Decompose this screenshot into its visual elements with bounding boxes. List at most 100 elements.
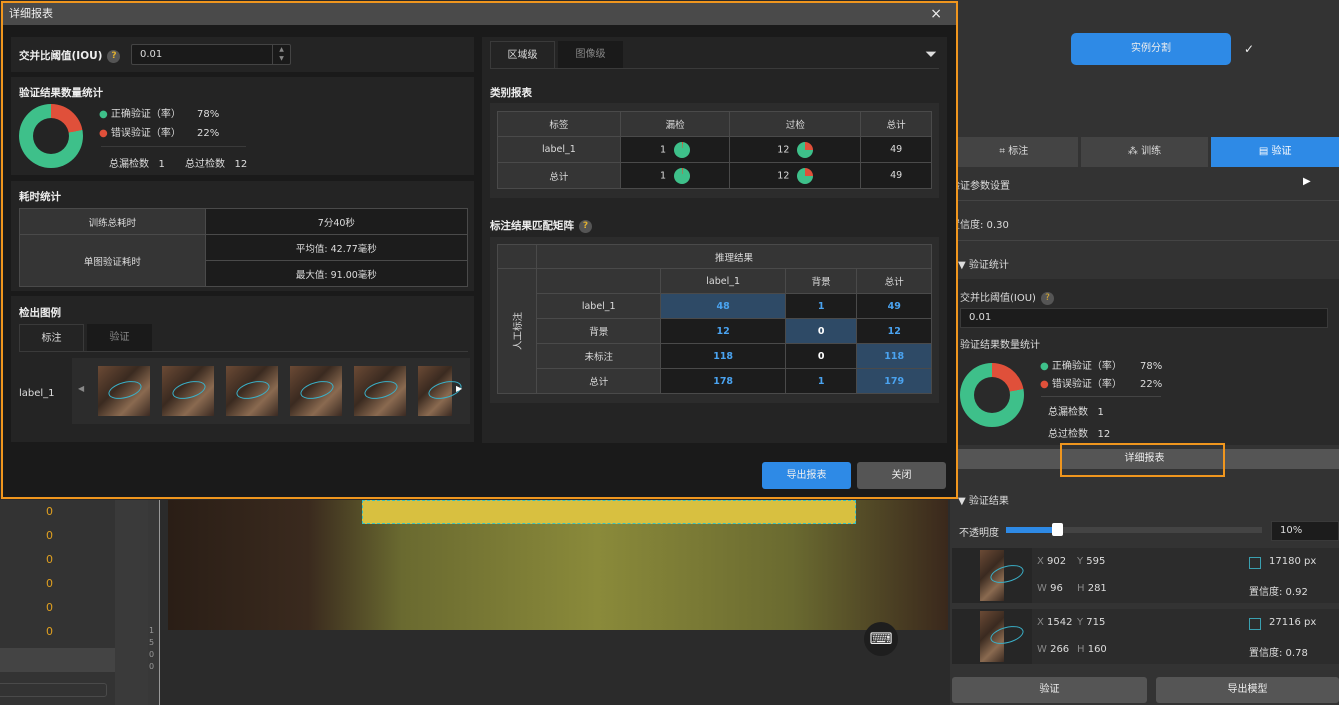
thumbnail[interactable] <box>290 366 342 416</box>
matrix-row: label_1 48 1 49 <box>498 293 932 319</box>
help-icon[interactable]: ? <box>579 219 592 233</box>
tab-annotation[interactable]: 标注 <box>19 324 84 351</box>
table-row: 总计 1 12 49 <box>497 162 932 189</box>
iou-input[interactable]: 0.01 ▲ ▼ <box>131 44 291 65</box>
iou-input[interactable]: 0.01 <box>960 308 1328 328</box>
result-thumbnail <box>952 609 1032 664</box>
count-value: 0 <box>46 529 53 542</box>
verify-button[interactable]: 验证 <box>952 677 1147 703</box>
result-w: W 266 <box>1037 644 1070 655</box>
help-icon[interactable]: ? <box>107 49 121 63</box>
export-report-button[interactable]: 导出报表 <box>762 462 851 489</box>
matrix-row: 未标注 118 0 118 <box>498 343 932 369</box>
export-model-button[interactable]: 导出模型 <box>1156 677 1339 703</box>
scroll-right-icon[interactable]: ▶ <box>456 384 462 393</box>
legend-title: 检出图例 <box>19 307 61 319</box>
close-button[interactable]: 关闭 <box>857 462 946 489</box>
shape-square-icon <box>1249 557 1261 569</box>
result-confidence: 置信度: 0.92 <box>1249 587 1308 598</box>
filter-settings-icon[interactable]: ⏷ <box>925 45 937 63</box>
opacity-input[interactable]: 10% <box>1271 521 1339 541</box>
thumbnail-strip: ◀ ▶ <box>72 358 470 424</box>
close-icon[interactable]: × <box>930 3 942 25</box>
thumbnail[interactable] <box>226 366 278 416</box>
keyboard-button[interactable]: ⌨ <box>864 622 898 656</box>
legend-row-label: label_1 <box>19 388 55 399</box>
result-item[interactable]: X 902 Y 595 W 96 H 281 17180 px 置信度: 0.9… <box>952 548 1339 603</box>
spinner-icon[interactable]: ▲ ▼ <box>272 45 290 64</box>
help-icon[interactable]: ? <box>1040 291 1054 305</box>
time-table: 训练总耗时 7分40秒 单图验证耗时 平均值: 42.77毫秒 最大值: 91.00… <box>19 208 469 287</box>
tab-train[interactable]: ⁂ 训练 <box>1080 137 1209 167</box>
ruler-label: 1500 <box>149 626 155 671</box>
matrix-cell: 48 <box>660 293 786 319</box>
row-label: label_1 <box>536 293 662 319</box>
instance-segmentation-node[interactable]: 实例分割 <box>1071 33 1231 65</box>
tab-annotate[interactable]: ⌗ 标注 <box>950 137 1078 167</box>
class-report-title: 类别报表 <box>490 87 532 99</box>
tab-verify[interactable]: ▤ 验证 <box>1211 137 1339 167</box>
divider <box>950 240 1339 241</box>
results-section-header[interactable]: ▼ 验证结果 <box>958 492 1009 507</box>
scroll-left-icon[interactable]: ◀ <box>78 384 84 393</box>
matrix-cell: 1 <box>784 293 858 319</box>
result-h: H 160 <box>1077 644 1107 655</box>
over-cell: 12 <box>729 136 862 163</box>
matrix-cell: 1 <box>784 368 858 394</box>
matrix-cell: 118 <box>660 343 786 369</box>
iou-section: 交并比阈值(IOU)? 0.01 ▲ ▼ <box>11 37 474 72</box>
thumbnail[interactable] <box>98 366 150 416</box>
donut-chart <box>960 363 1024 427</box>
check-icon: ✓ <box>1244 42 1255 56</box>
train-time-label: 训练总耗时 <box>19 208 206 235</box>
right-tabs: ⌗ 标注 ⁂ 训练 ▤ 验证 <box>950 137 1339 167</box>
network-icon: ⁂ <box>1127 146 1142 157</box>
left-panel-selected-row[interactable] <box>0 648 115 672</box>
thumbnail[interactable] <box>162 366 214 416</box>
param-settings-title[interactable]: 验证参数设置 <box>950 177 1010 192</box>
tab-region-level[interactable]: 区域级 <box>490 41 555 68</box>
tab-verify[interactable]: 验证 <box>87 324 152 351</box>
column-header: 背景 <box>784 268 858 294</box>
wrong-dot-icon: ● <box>99 128 108 139</box>
matrix-cell: 0 <box>784 343 858 369</box>
class-report-table: 标签 漏检 过检 总计 label_1 1 12 49 总计 1 12 49 <box>497 111 932 189</box>
thumbnail[interactable] <box>354 366 406 416</box>
divider <box>490 68 939 69</box>
pie-icon <box>674 141 691 158</box>
result-y: Y 595 <box>1077 556 1106 567</box>
annotation-box <box>362 500 856 524</box>
highlight-box <box>1060 443 1225 477</box>
detail-report-dialog: 详细报表 × 交并比阈值(IOU)? 0.01 ▲ ▼ 验证结果数量统计 ● 正确验证… <box>1 1 958 499</box>
tab-image-level[interactable]: 图像级 <box>558 41 623 68</box>
manual-header: 人工标注 <box>496 268 538 394</box>
result-area: 27116 px <box>1269 617 1317 628</box>
miss-cell: 1 <box>619 162 731 189</box>
count-value: 0 <box>46 601 53 614</box>
confidence-text: 置信度: 0.30 <box>950 220 1009 231</box>
thumbnail[interactable] <box>418 366 452 416</box>
total-cell: 49 <box>860 136 932 163</box>
stats-legend: ● 正确验证（率） 78% ● 错误验证（率） 22% <box>1040 361 1163 390</box>
opacity-slider[interactable] <box>1006 523 1262 536</box>
matrix-cell: 12 <box>660 318 786 344</box>
result-item[interactable]: X 1542 Y 715 W 266 H 160 27116 px 置信度: 0… <box>952 609 1339 664</box>
time-title: 耗时统计 <box>19 191 61 203</box>
count-value: 0 <box>46 553 53 566</box>
divider <box>950 200 1339 201</box>
time-section: 耗时统计 训练总耗时 7分40秒 单图验证耗时 平均值: 42.77毫秒 最大值: … <box>11 181 474 291</box>
left-panel-input[interactable] <box>0 683 107 697</box>
donut-chart <box>19 104 83 168</box>
matrix-title: 标注结果匹配矩阵? <box>490 218 592 233</box>
column-header: label_1 <box>660 268 786 294</box>
stats-section-header[interactable]: ▼ 验证统计 <box>958 256 1009 271</box>
single-time-label: 单图验证耗时 <box>19 234 206 287</box>
dialog-titlebar: 详细报表 × <box>3 3 956 25</box>
correct-dot-icon: ● <box>99 109 108 120</box>
ruler <box>148 500 160 705</box>
column-header: 过检 <box>729 111 862 137</box>
divider <box>19 351 468 352</box>
matrix-cell: 178 <box>660 368 786 394</box>
play-icon[interactable]: ▶ <box>1303 176 1311 187</box>
stats-section: 验证结果数量统计 ● 正确验证（率） 78% ● 错误验证（率） 22% 总漏检数 … <box>11 77 474 175</box>
